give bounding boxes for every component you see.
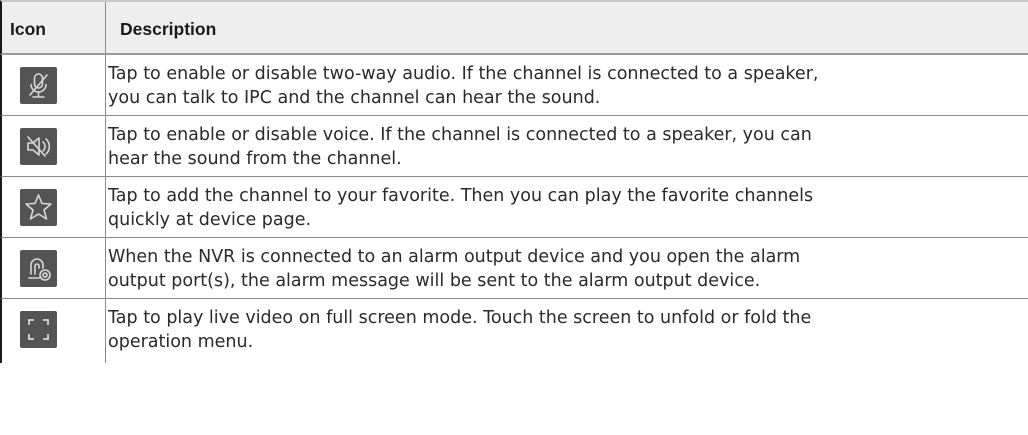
description-line: When the NVR is connected to an alarm ou… xyxy=(108,247,801,267)
row-description: Tap to add the channel to your favorite.… xyxy=(108,184,1013,232)
table-row: Tap to enable or disable two-way audio. … xyxy=(0,55,1028,116)
description-line: output port(s), the alarm message will b… xyxy=(108,271,761,291)
description-line: Tap to enable or disable voice. If the c… xyxy=(108,125,812,145)
description-line: Tap to play live video on full screen mo… xyxy=(108,308,812,328)
column-divider xyxy=(105,116,106,176)
table-row: Tap to enable or disable voice. If the c… xyxy=(0,116,1028,177)
fullscreen-icon xyxy=(20,311,57,348)
star-icon xyxy=(20,189,57,226)
row-description: Tap to play live video on full screen mo… xyxy=(108,306,1013,354)
speaker-muted-icon xyxy=(20,128,57,165)
description-line: quickly at device page. xyxy=(108,210,312,230)
table-row: Tap to add the channel to your favorite.… xyxy=(0,177,1028,238)
row-description: Tap to enable or disable voice. If the c… xyxy=(108,123,1013,171)
table-row: Tap to play live video on full screen mo… xyxy=(0,299,1028,363)
header-description-label: Description xyxy=(120,19,217,39)
description-line: Tap to add the channel to your favorite.… xyxy=(108,186,814,206)
header-icon-label: Icon xyxy=(10,19,46,39)
row-description: Tap to enable or disable two-way audio. … xyxy=(108,62,1013,110)
column-divider xyxy=(105,177,106,237)
column-divider xyxy=(105,238,106,298)
row-description: When the NVR is connected to an alarm ou… xyxy=(108,245,1013,293)
description-line: hear the sound from the channel. xyxy=(108,149,402,169)
description-line: Tap to enable or disable two-way audio. … xyxy=(108,64,819,84)
table-row: When the NVR is connected to an alarm ou… xyxy=(0,238,1028,299)
alarm-output-icon xyxy=(20,250,57,287)
table-header: Icon Description xyxy=(0,0,1028,55)
column-divider xyxy=(105,55,106,115)
column-divider xyxy=(105,2,106,53)
icon-description-table: Icon Description Tap to enable or disabl… xyxy=(0,0,1028,363)
description-line: operation menu. xyxy=(108,332,254,352)
column-divider xyxy=(105,299,106,363)
microphone-muted-icon xyxy=(20,67,57,104)
description-line: you can talk to IPC and the channel can … xyxy=(108,88,601,108)
